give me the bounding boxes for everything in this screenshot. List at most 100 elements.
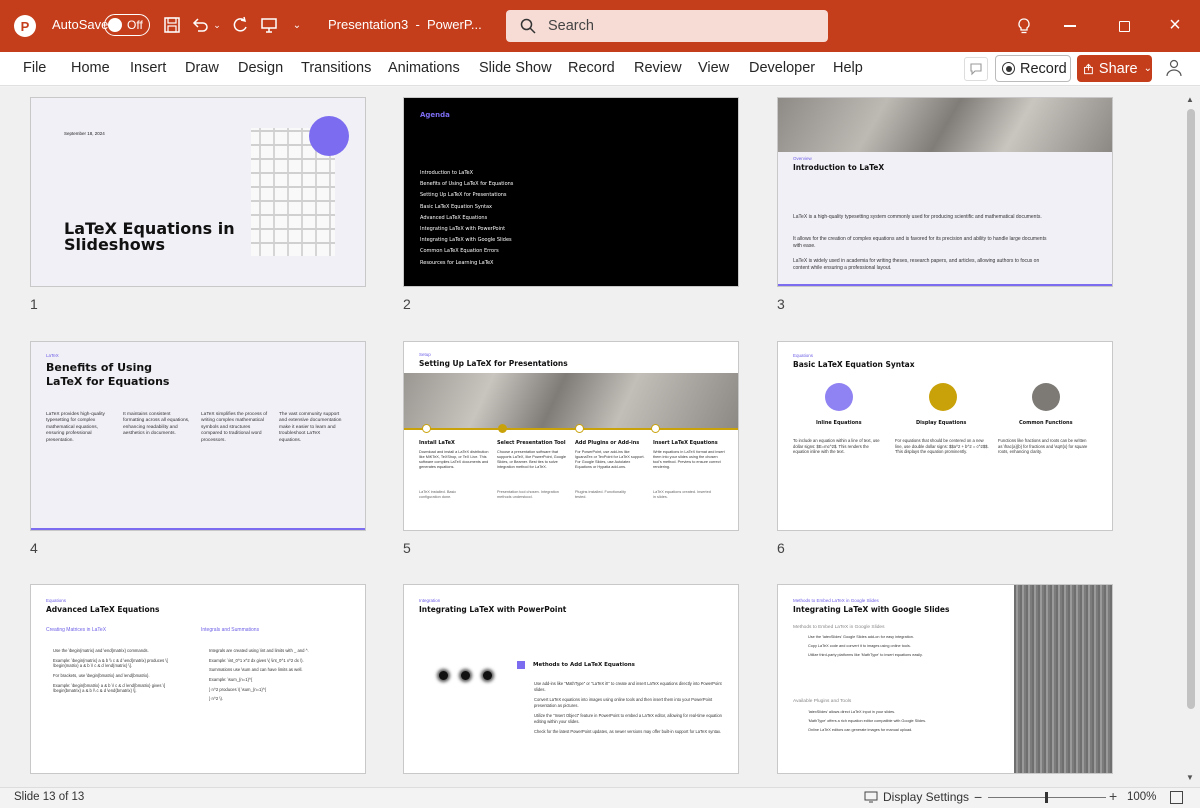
tab-transitions[interactable]: Transitions <box>301 60 371 76</box>
slide5-step-foot: LaTeX installed. Basic configuration don… <box>419 490 457 500</box>
slide6-col-title: Common Functions <box>1019 420 1073 426</box>
slide5-step-desc: Choose a presentation software that supp… <box>497 450 567 470</box>
agenda-item: Common LaTeX Equation Errors <box>420 248 499 255</box>
slide4-title-line2: LaTeX for Equations <box>46 375 170 388</box>
tab-insert[interactable]: Insert <box>130 60 166 76</box>
agenda-item: Basic LaTeX Equation Syntax <box>420 203 492 210</box>
search-icon <box>520 18 536 34</box>
list-item: Example: \begin{matrix} a & b \\ c & d \… <box>53 657 168 669</box>
powerpoint-logo-icon: P <box>14 15 36 37</box>
zoom-in-button[interactable]: + <box>1109 788 1117 804</box>
slide7-tag: Equations <box>46 598 67 603</box>
slide1-purple-circle <box>309 116 349 156</box>
slide8-subheading: Methods to Add LaTeX Equations <box>533 662 635 668</box>
list-item: Example: \int_0^1 x^2 dx gives \( \int_0… <box>209 657 304 663</box>
scroll-down-icon[interactable]: ▼ <box>1186 773 1194 782</box>
redo-icon[interactable] <box>230 15 250 35</box>
slide2-agenda-list: Introduction to LaTeX Benefits of Using … <box>420 168 513 269</box>
maximize-icon[interactable] <box>1114 16 1134 36</box>
zoom-level[interactable]: 100% <box>1127 791 1156 803</box>
ribbon-display-options-icon[interactable] <box>1164 58 1186 80</box>
tab-developer[interactable]: Developer <box>749 60 815 76</box>
slide-thumbnail-9[interactable]: Methods to Embed LaTeX in Google Slides … <box>777 584 1113 774</box>
share-label: Share <box>1098 60 1138 77</box>
list-item: Utilize the "Insert Object" feature in P… <box>534 713 722 724</box>
slide6-heading: Basic LaTeX Equation Syntax <box>793 360 915 369</box>
share-button[interactable]: Share ⌄ <box>1077 55 1152 82</box>
document-title: Presentation3 - PowerP... <box>328 17 482 32</box>
toggle-knob <box>108 18 122 32</box>
tab-home[interactable]: Home <box>71 60 110 76</box>
slide5-timeline-line <box>404 428 738 430</box>
slide5-tag: Setup <box>419 352 431 357</box>
slide-number-1: 1 <box>30 296 38 312</box>
record-label: Record <box>1020 60 1067 77</box>
list-item: Integrals are created using \int and lim… <box>209 648 309 653</box>
tab-view[interactable]: View <box>698 60 729 76</box>
slide8-dot-decor <box>461 671 470 680</box>
autosave-toggle[interactable]: Off <box>104 14 150 36</box>
slide-thumbnail-2[interactable]: Agenda Introduction to LaTeX Benefits of… <box>403 97 739 287</box>
zoom-slider[interactable] <box>988 792 1106 803</box>
list-item: 'latexSlides' allows direct LaTeX input … <box>808 710 896 714</box>
save-icon[interactable] <box>162 15 182 35</box>
ribbon-tab-bar: File Home Insert Draw Design Transitions… <box>0 52 1200 86</box>
slide6-tag: Equations <box>793 353 814 358</box>
tab-review[interactable]: Review <box>634 60 682 76</box>
slide-thumbnail-3[interactable]: Overview Introduction to LaTeX LaTeX is … <box>777 97 1113 287</box>
slide-thumbnail-5[interactable]: Setup Setting Up LaTeX for Presentations… <box>403 341 739 531</box>
scroll-thumb[interactable] <box>1187 109 1195 709</box>
slide5-step-foot: Presentation tool chosen. Integration me… <box>497 490 559 500</box>
present-from-beginning-icon[interactable] <box>258 14 280 36</box>
lightbulb-icon[interactable] <box>1014 16 1034 36</box>
slide8-tag: Integration <box>419 598 441 603</box>
vertical-scrollbar[interactable]: ▲ ▼ <box>1182 87 1200 787</box>
slide-thumbnail-7[interactable]: Equations Advanced LaTeX Equations Creat… <box>30 584 366 774</box>
slide-sorter-canvas: September 18, 2024 LaTeX Equations in Sl… <box>0 87 1182 787</box>
slide-thumbnail-6[interactable]: Equations Basic LaTeX Equation Syntax In… <box>777 341 1113 531</box>
fit-to-window-icon[interactable] <box>1170 791 1183 804</box>
slide7-right-heading: Integrals and Summations <box>201 627 260 633</box>
undo-icon[interactable] <box>190 15 210 35</box>
slide8-dot-decor <box>483 671 492 680</box>
record-button[interactable]: Record <box>995 55 1071 82</box>
list-item: Use the \begin{matrix} and \end{matrix} … <box>53 648 149 653</box>
slide-number-3: 3 <box>777 296 785 312</box>
display-settings-label: Display Settings <box>883 790 970 804</box>
slide-thumbnail-4[interactable]: LaTeX Benefits of Using LaTeX for Equati… <box>30 341 366 531</box>
tab-help[interactable]: Help <box>833 60 863 76</box>
close-icon[interactable]: × <box>1164 14 1186 36</box>
list-item: Utilize third-party platforms like 'Math… <box>808 653 923 658</box>
slide6-col-desc: For equations that should be centered on… <box>895 438 989 455</box>
slide-thumbnail-8[interactable]: Integration Integrating LaTeX with Power… <box>403 584 739 774</box>
tab-design[interactable]: Design <box>238 60 283 76</box>
tab-record[interactable]: Record <box>568 60 615 76</box>
slide7-left-list: Use the \begin{matrix} and \end{matrix} … <box>53 648 183 694</box>
scroll-up-icon[interactable]: ▲ <box>1186 95 1194 104</box>
list-item: Online LaTeX editors can generate images… <box>808 728 913 733</box>
tab-animations[interactable]: Animations <box>388 60 460 76</box>
zoom-slider-thumb[interactable] <box>1045 792 1048 803</box>
slide2-heading: Agenda <box>420 111 450 119</box>
list-item: Summations use \sum and can have limits … <box>209 667 303 673</box>
slide3-tag: Overview <box>793 156 812 161</box>
list-item: } n^2 produces \( \sum_{n=1}^{ <box>209 686 267 692</box>
minimize-icon[interactable] <box>1060 16 1080 36</box>
slide4-col-1: LaTeX provides high-quality typesetting … <box>46 412 105 443</box>
comments-button[interactable] <box>964 57 988 81</box>
customize-toolbar-icon[interactable]: ⌄ <box>290 17 304 33</box>
zoom-out-button[interactable]: − <box>974 789 982 805</box>
slide-number-4: 4 <box>30 540 38 556</box>
list-item: For brackets, use \begin{bmatrix} and \e… <box>53 673 150 679</box>
search-box[interactable]: Search <box>506 10 828 42</box>
slide-thumbnail-1[interactable]: September 18, 2024 LaTeX Equations in Sl… <box>30 97 366 287</box>
list-item: Use add-ins like "MathType" or "LaTeX it… <box>534 681 722 692</box>
slide4-col-3: LaTeX simplifies the process of writing … <box>201 412 268 443</box>
slide3-paragraph-1: LaTeX is a high-quality typesetting syst… <box>793 214 1042 220</box>
display-settings-button[interactable]: Display Settings <box>864 790 969 804</box>
tab-draw[interactable]: Draw <box>185 60 219 76</box>
undo-dropdown-icon[interactable]: ⌄ <box>212 17 222 33</box>
slide5-step-foot: Plugins installed. Functionality tested. <box>575 490 626 500</box>
tab-slide-show[interactable]: Slide Show <box>479 60 552 76</box>
tab-file[interactable]: File <box>23 60 46 76</box>
